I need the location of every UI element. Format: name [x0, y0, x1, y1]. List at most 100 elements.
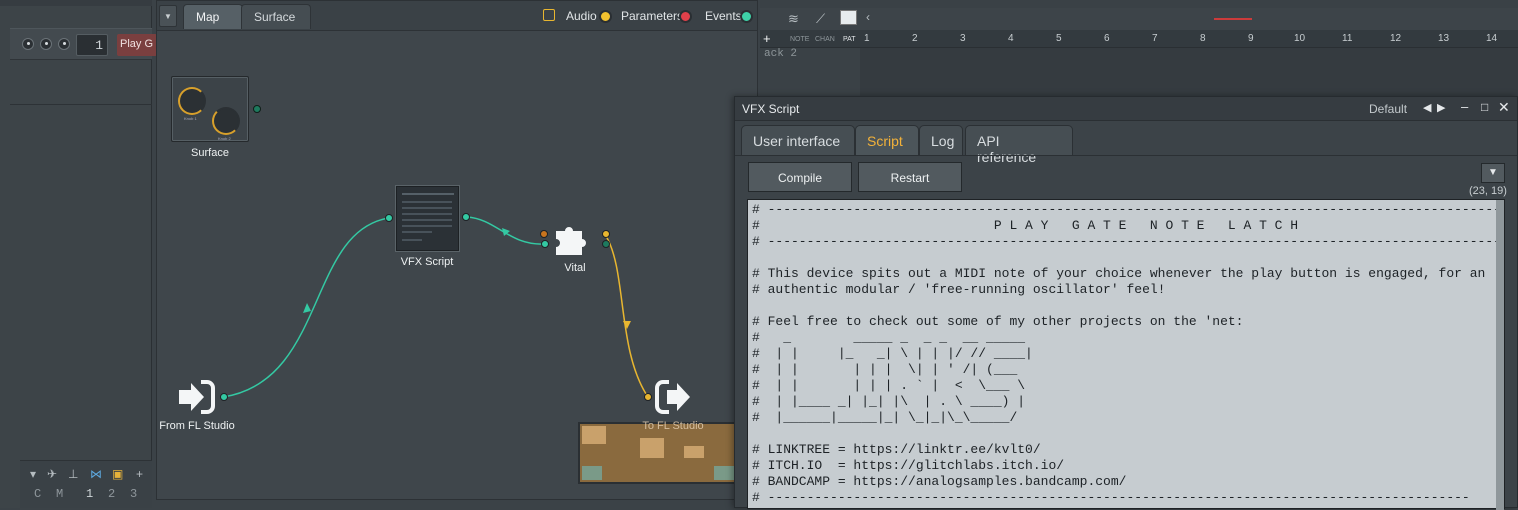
- code-line[interactable]: # P L A Y G A T E N O T E L A T C H: [752, 218, 1500, 234]
- code-line[interactable]: [752, 426, 1500, 442]
- tool-note-label[interactable]: NOTE: [790, 36, 809, 43]
- vital-event-out-port[interactable]: [602, 240, 610, 248]
- channel-volume-knob[interactable]: [58, 38, 70, 50]
- code-line[interactable]: # | | | | | \| | ' /| (___: [752, 362, 1500, 378]
- code-line[interactable]: # Feel free to check out some of my othe…: [752, 314, 1500, 330]
- tab-script[interactable]: Script: [855, 125, 919, 155]
- code-line[interactable]: # | |____ _| |_| |\ | . \ ____) |: [752, 394, 1500, 410]
- bar-8: 8: [1200, 33, 1206, 44]
- close-icon[interactable]: ✕: [1498, 99, 1510, 116]
- bar-10: 10: [1294, 33, 1306, 44]
- code-line[interactable]: # |______|_____|_| \_|_|\_\_____/: [752, 410, 1500, 426]
- script-editor[interactable]: # --------------------------------------…: [747, 199, 1505, 510]
- channel-pan-knob[interactable]: [40, 38, 52, 50]
- minimize-icon[interactable]: –: [1461, 99, 1468, 114]
- from-fl-output-port[interactable]: [220, 393, 228, 401]
- mode-2[interactable]: 2: [108, 487, 115, 501]
- pin-icon[interactable]: ⊥: [68, 467, 78, 481]
- script-code[interactable]: # --------------------------------------…: [752, 202, 1500, 506]
- vfx-input-port[interactable]: [385, 214, 393, 222]
- surface-node[interactable]: Knob 1 Knob 2: [171, 76, 249, 142]
- playlist-grid[interactable]: [860, 48, 1518, 100]
- code-line[interactable]: # --------------------------------------…: [752, 234, 1500, 250]
- options-dropdown-icon[interactable]: ▼: [1481, 163, 1505, 183]
- bird-icon[interactable]: ✈: [47, 467, 57, 481]
- code-line[interactable]: # BANDCAMP = https://analogsamples.bandc…: [752, 474, 1500, 490]
- wire-arrow-icon: [623, 321, 631, 329]
- bow-tie-icon[interactable]: ⋈: [90, 467, 102, 481]
- vital-param-port[interactable]: [540, 230, 548, 238]
- playlist-toolbar: ≋ ⟋ ‹: [760, 8, 1518, 30]
- piano-icon[interactable]: [840, 10, 857, 25]
- channel-rack-toolbar: ▾ ✈ ⊥ ⋈ ▣ + C M 1 2 3: [20, 460, 152, 508]
- code-line[interactable]: # | | |_ _| \ | | |/ // ____|: [752, 346, 1500, 362]
- channel-row: 1 Play G: [10, 28, 157, 60]
- tab-log[interactable]: Log: [919, 125, 963, 155]
- preset-next-icon[interactable]: ▶: [1437, 101, 1445, 114]
- restart-button[interactable]: Restart: [858, 162, 962, 192]
- tool-chan-label[interactable]: CHAN: [815, 36, 835, 43]
- tab-api-reference[interactable]: API reference: [965, 125, 1073, 165]
- vfx-output-port[interactable]: [462, 213, 470, 221]
- preset-prev-icon[interactable]: ◀: [1423, 101, 1431, 114]
- knob-2-label: Knob 2: [218, 136, 231, 141]
- track-label[interactable]: ack 2: [764, 48, 797, 60]
- plugin-puzzle-icon[interactable]: [552, 223, 596, 257]
- tab-user-interface[interactable]: User interface: [741, 125, 855, 155]
- dropdown-arrow-icon[interactable]: ▾: [30, 467, 36, 481]
- bar-7: 7: [1152, 33, 1158, 44]
- vital-audio-out-port[interactable]: [602, 230, 610, 238]
- editor-scrollbar[interactable]: [1496, 200, 1504, 510]
- output-arrow-icon[interactable]: [655, 379, 695, 415]
- vfx-title-bar[interactable]: VFX Script Default ◀ ▶ – □ ✕: [735, 97, 1517, 121]
- code-line[interactable]: # --------------------------------------…: [752, 490, 1500, 506]
- code-line[interactable]: # | | | | | . ` | < \___ \: [752, 378, 1500, 394]
- window-icon[interactable]: ▣: [112, 467, 123, 481]
- channel-name-button[interactable]: Play G: [117, 34, 157, 56]
- panel-top-edge: [0, 0, 152, 6]
- to-fl-node-label: To FL Studio: [642, 420, 704, 432]
- waveform-icon[interactable]: ≋: [788, 11, 799, 27]
- code-line[interactable]: # _ _____ _ _ _ __ _____: [752, 330, 1500, 346]
- wire-vital-to-out: [605, 235, 649, 398]
- mixer-track-number[interactable]: 1: [76, 34, 108, 56]
- code-line[interactable]: # authentic modular / 'free-running osci…: [752, 282, 1500, 298]
- bar-14: 14: [1486, 33, 1498, 44]
- automation-icon[interactable]: ⟋: [816, 11, 825, 27]
- vfx-script-window: VFX Script Default ◀ ▶ – □ ✕ User interf…: [734, 96, 1518, 510]
- mode-m[interactable]: M: [56, 487, 63, 501]
- tab-divider: [735, 155, 1517, 156]
- surface-knob-2[interactable]: [212, 107, 240, 135]
- mode-c[interactable]: C: [34, 487, 41, 501]
- vfx-node-label: VFX Script: [400, 256, 454, 268]
- chevron-left-icon[interactable]: ‹: [866, 10, 870, 24]
- surface-node-label: Surface: [191, 147, 229, 159]
- bar-2: 2: [912, 33, 918, 44]
- bar-12: 12: [1390, 33, 1402, 44]
- mode-1[interactable]: 1: [86, 487, 93, 501]
- code-line[interactable]: # LINKTREE = https://linktr.ee/kvlt0/: [752, 442, 1500, 458]
- code-line[interactable]: # ITCH.IO = https://glitchlabs.itch.io/: [752, 458, 1500, 474]
- add-track-icon[interactable]: +: [763, 31, 771, 46]
- compile-button[interactable]: Compile: [748, 162, 852, 192]
- surface-knob-1[interactable]: [178, 87, 206, 115]
- vfx-tab-bar: User interface Script Log API reference: [741, 125, 1517, 165]
- preset-name[interactable]: Default: [1369, 102, 1407, 116]
- code-line[interactable]: [752, 250, 1500, 266]
- code-line[interactable]: # This device spits out a MIDI note of y…: [752, 266, 1500, 282]
- vfx-script-node[interactable]: [396, 186, 459, 251]
- mode-3[interactable]: 3: [130, 487, 137, 501]
- to-fl-input-port[interactable]: [644, 393, 652, 401]
- bar-3: 3: [960, 33, 966, 44]
- add-icon[interactable]: +: [136, 467, 143, 481]
- code-line[interactable]: [752, 298, 1500, 314]
- tool-pat-label[interactable]: PAT: [843, 36, 856, 43]
- vital-event-port[interactable]: [541, 240, 549, 248]
- input-arrow-icon[interactable]: [177, 379, 217, 415]
- maximize-icon[interactable]: □: [1481, 100, 1488, 114]
- from-fl-node-label: From FL Studio: [159, 420, 235, 432]
- bar-11: 11: [1342, 33, 1353, 44]
- code-line[interactable]: # --------------------------------------…: [752, 202, 1500, 218]
- surface-output-port[interactable]: [253, 105, 261, 113]
- channel-mute-led[interactable]: [22, 38, 34, 50]
